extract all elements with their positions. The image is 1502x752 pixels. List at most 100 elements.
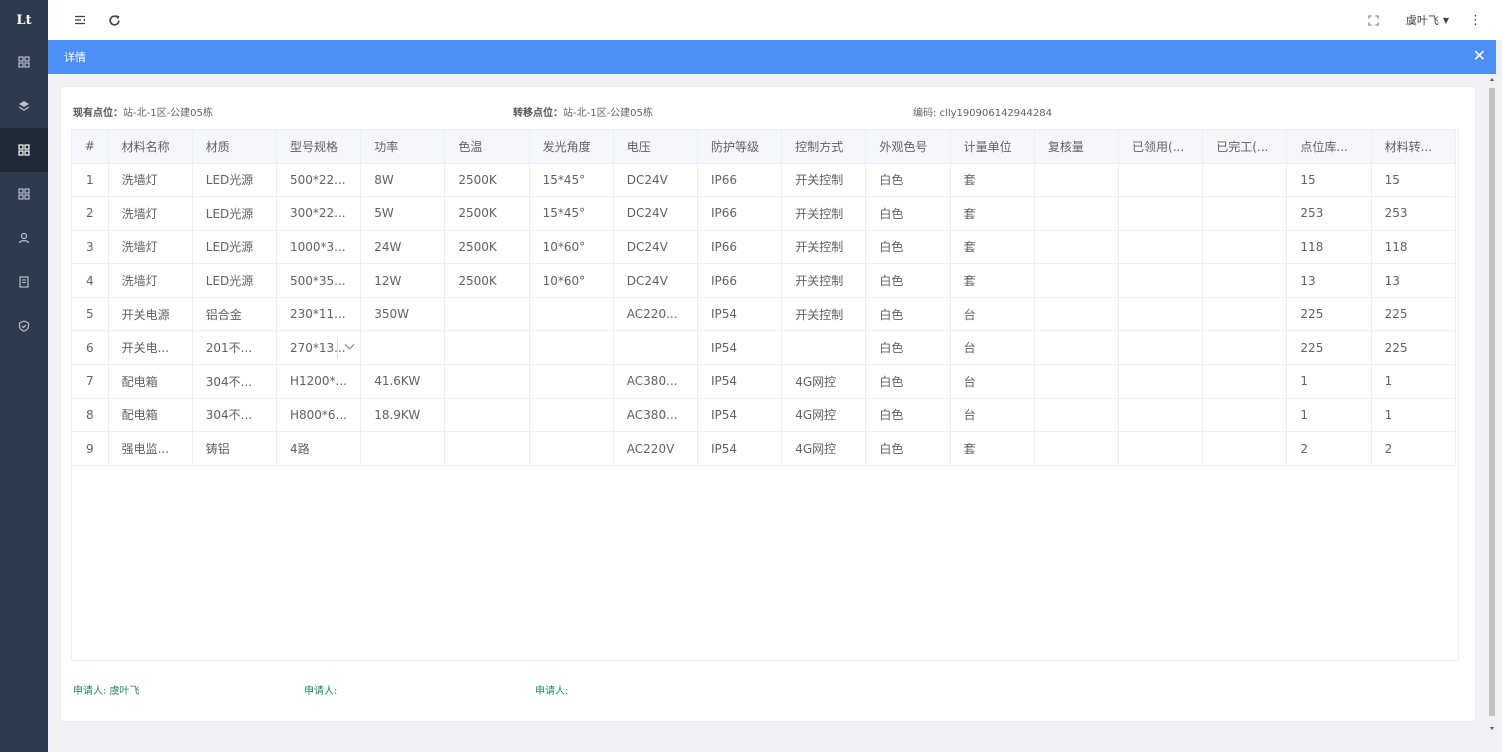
table-cell: 1 <box>1286 364 1372 399</box>
table-cell: 15 <box>1286 163 1372 198</box>
user-name[interactable]: 虞叶飞 <box>1406 12 1439 28</box>
table-cell <box>444 398 530 433</box>
table-cell: 1 <box>1371 364 1457 399</box>
table-cell: 洗墙灯 <box>108 163 193 198</box>
table-row[interactable]: 1 洗墙灯 LED光源 500*22... 8W 2500K 15*45° DC24V IP66… <box>72 163 1457 198</box>
table-row[interactable]: 5 开关电源 铝合金 230*11... 350W AC220... IP54 开关控制 白色台… <box>72 297 1457 332</box>
table-row[interactable]: 8 配电箱 304不... H800*6... 18.9KW AC380... IP54 4G… <box>72 398 1457 433</box>
table-row[interactable]: 7 配电箱 304不... H1200*... 41.6KW AC380... IP54 4G… <box>72 364 1457 399</box>
sidebar-item-2[interactable] <box>0 84 48 128</box>
table-cell: 开关电... <box>108 330 193 366</box>
table-cell <box>1202 297 1288 332</box>
table-cell: DC24V <box>613 230 699 265</box>
table-cell: 15*45° <box>529 163 614 198</box>
table-cell: IP54 <box>697 330 783 366</box>
vertical-scrollbar[interactable] <box>1488 74 1496 734</box>
dialog-title: 详情 <box>64 51 86 64</box>
sidebar-item-6[interactable] <box>0 260 48 304</box>
menu-fold-icon[interactable] <box>70 10 90 30</box>
table-cell <box>1202 330 1288 366</box>
table-cell: 1 <box>1371 398 1457 433</box>
current-point: 现有点位：站-北-1区-公建05栋 <box>73 104 213 119</box>
table-row[interactable]: 4 洗墙灯 LED光源 500*35... 12W 2500K 10*60° DC24V IP6… <box>72 263 1457 298</box>
table-cell: 2500K <box>444 230 530 265</box>
chevron-down-icon[interactable] <box>344 343 355 351</box>
table-cell: 开关电源 <box>108 297 193 332</box>
table-cell: 253 <box>1286 196 1372 231</box>
fullscreen-icon[interactable] <box>1364 10 1384 30</box>
table-cell <box>1202 196 1288 231</box>
table-cell: 3 <box>72 230 109 265</box>
close-icon[interactable]: ✕ <box>1473 48 1486 64</box>
document-icon <box>19 276 29 288</box>
grid-icon <box>18 56 30 68</box>
caret-down-icon[interactable]: ▼ <box>1443 16 1449 25</box>
table-cell: 4路 <box>276 431 362 466</box>
table-cell: 9 <box>72 431 109 466</box>
layers-icon <box>18 101 30 111</box>
table-cell: 开关控制 <box>781 297 867 332</box>
scroll-down-icon[interactable] <box>1490 727 1494 730</box>
table-cell <box>529 364 614 399</box>
current-point-value: 站-北-1区-公建05栋 <box>123 108 213 119</box>
column-header: 已领用(... <box>1118 130 1204 164</box>
column-header: 计量单位 <box>950 130 1035 164</box>
sidebar-item-4[interactable] <box>0 172 48 216</box>
table-cell: 开关控制 <box>781 230 867 265</box>
column-header: 发光角度 <box>529 130 614 164</box>
table-cell: 强电监... <box>108 431 193 466</box>
top-bar: 虞叶飞 ▼ ⋮ <box>48 0 1502 40</box>
sidebar-item-5[interactable] <box>0 216 48 260</box>
table-cell: 5W <box>360 196 446 231</box>
table-cell: IP54 <box>697 297 783 332</box>
table-cell <box>444 297 530 332</box>
table-cell <box>529 330 614 366</box>
table-cell <box>1118 196 1204 231</box>
table-cell: H1200*... <box>276 364 362 399</box>
column-header: 色温 <box>444 130 530 164</box>
sidebar: Lt <box>0 0 48 752</box>
table-cell: 2500K <box>444 263 530 298</box>
table-cell: 2 <box>1371 431 1457 466</box>
table-cell: LED光源 <box>192 230 277 265</box>
table-cell: DC24V <box>613 263 699 298</box>
cell-text: 270*13... <box>289 340 346 355</box>
table-cell: 253 <box>1371 196 1457 231</box>
table-cell: 开关控制 <box>781 263 867 298</box>
table-cell: 6 <box>72 330 109 366</box>
table-row[interactable]: 9 强电监... 铸铝 4路 AC220V IP54 4G网控 白色套 2 2 <box>72 431 1457 466</box>
table-row[interactable]: 6 开关电... 201不... 270*13... IP54 白色台 225 225 <box>72 330 1457 366</box>
scrollbar-thumb[interactable] <box>1489 88 1495 716</box>
column-header: 材质 <box>192 130 277 164</box>
table-row[interactable]: 3 洗墙灯 LED光源 1000*3... 24W 2500K 10*60° DC24V IP6… <box>72 230 1457 265</box>
table-row[interactable]: 2 洗墙灯 LED光源 300*22... 5W 2500K 15*45° DC24V IP66… <box>72 196 1457 231</box>
table-cell: 18.9KW <box>360 398 446 433</box>
table-cell: 2 <box>72 196 109 231</box>
table-cell: 洗墙灯 <box>108 196 193 231</box>
sidebar-item-3[interactable] <box>0 128 48 172</box>
table-cell: LED光源 <box>192 263 277 298</box>
table-header-row: # 材料名称 材质 型号规格 功率 色温 发光角度 电压 防护等级 控制方式 外… <box>72 130 1457 164</box>
table-cell: IP54 <box>697 398 783 433</box>
table-cell: 10*60° <box>529 263 614 298</box>
scroll-up-icon[interactable] <box>1490 78 1494 81</box>
table-cell: 300*22... <box>276 196 362 231</box>
table-cell: 洗墙灯 <box>108 263 193 298</box>
table-cell: 白色 <box>865 263 951 298</box>
table-cell: 225 <box>1371 297 1457 332</box>
table-cell <box>1034 263 1120 298</box>
table-cell <box>1034 431 1120 466</box>
table-cell: 白色 <box>865 398 951 433</box>
table-cell <box>1202 230 1288 265</box>
more-vertical-icon[interactable]: ⋮ <box>1469 13 1482 28</box>
table-cell: 白色 <box>865 196 951 231</box>
table-cell: 500*22... <box>276 163 362 198</box>
sidebar-item-7[interactable] <box>0 304 48 348</box>
table-cell: 台 <box>950 297 1035 332</box>
table-cell: 230*11... <box>276 297 362 332</box>
table-cell: 白色 <box>865 163 951 198</box>
column-header: 外观色号 <box>865 130 951 164</box>
sidebar-item-1[interactable] <box>0 40 48 84</box>
refresh-icon[interactable] <box>104 10 124 30</box>
table-cell: AC380... <box>613 398 699 433</box>
